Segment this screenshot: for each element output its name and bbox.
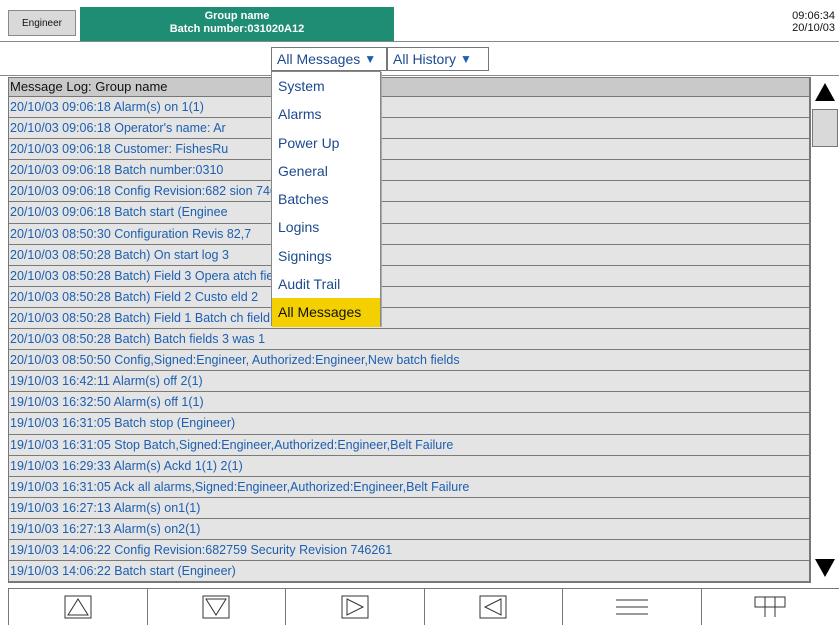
grid-icon [754, 596, 786, 617]
triangle-up-icon [64, 595, 92, 619]
triangle-left-icon [479, 595, 507, 619]
log-row[interactable]: 19/10/03 16:27:13 Alarm(s) on2(1) [9, 518, 809, 540]
log-rows: 20/10/03 09:06:18 Alarm(s) on 1(1) 20/10/… [9, 97, 809, 583]
log-row[interactable]: 19/10/03 14:06:22 Config Revision:682759… [9, 539, 809, 562]
log-row[interactable]: 19/10/03 16:27:13 Alarm(s) on1(1) [9, 497, 809, 519]
menu-item-all-messages[interactable]: All Messages [272, 298, 380, 327]
menu-item-system[interactable]: System [272, 72, 380, 100]
log-row[interactable]: 20/10/03 08:50:28 Batch) Batch fields 3 … [9, 329, 809, 351]
menu-button[interactable] [562, 588, 702, 625]
menu-item-audit-trail[interactable]: Audit Trail [272, 270, 380, 298]
menu-item-batches[interactable]: Batches [272, 185, 380, 213]
log-row[interactable]: 20/10/03 09:06:18 Batch start (Enginee [9, 202, 809, 224]
menu-item-alarms[interactable]: Alarms [272, 100, 380, 128]
log-row[interactable]: 20/10/03 08:50:28 Batch) Field 3 Opera a… [9, 265, 809, 287]
bottom-toolbar [8, 588, 839, 625]
menu-lines-icon [615, 599, 648, 615]
scroll-thumb[interactable] [812, 109, 838, 147]
menu-item-general[interactable]: General [272, 157, 380, 185]
scroll-down-button[interactable] [811, 553, 839, 583]
triangle-right-icon [341, 595, 369, 619]
message-type-menu: System Alarms Power Up General Batches Logins… [271, 71, 381, 327]
log-row[interactable]: 19/10/03 16:31:05 Stop Batch,Signed:Engi… [9, 434, 809, 456]
menu-item-logins[interactable]: Logins [272, 213, 380, 241]
log-row[interactable]: 19/10/03 16:31:05 Ack all alarms,Signed:… [9, 476, 809, 498]
log-row[interactable] [9, 582, 809, 583]
filter-row: All Messages ▼ All History ▼ [0, 42, 839, 76]
log-row[interactable]: 20/10/03 09:06:18 Operator's name: Ar [9, 118, 809, 140]
log-row[interactable]: 20/10/03 08:50:28 Batch) Field 1 Batch c… [9, 307, 809, 330]
page-up-button[interactable] [8, 588, 148, 625]
log-row[interactable]: 20/10/03 08:50:30 Configuration Revis 82… [9, 223, 809, 245]
history-filter-dropdown[interactable]: All History ▼ [387, 47, 489, 71]
log-row[interactable]: 19/10/03 16:29:33 Alarm(s) Ackd 1(1) 2(1… [9, 455, 809, 477]
message-log: Message Log: Group name 20/10/03 09:06:1… [8, 77, 810, 583]
log-row[interactable]: 20/10/03 08:50:50 Config,Signed:Engineer… [9, 350, 809, 372]
log-row[interactable]: 20/10/03 08:50:28 Batch) On start log 3 [9, 244, 809, 266]
scrollbar[interactable] [810, 77, 839, 583]
layout-button[interactable] [700, 588, 839, 625]
log-row[interactable]: 19/10/03 16:42:11 Alarm(s) off 2(1) [9, 371, 809, 393]
user-button[interactable]: Engineer [8, 10, 76, 36]
log-row[interactable]: 19/10/03 16:31:05 Batch stop (Engineer) [9, 413, 809, 435]
log-row[interactable]: 19/10/03 14:06:22 Batch start (Engineer) [9, 561, 809, 582]
batch-number: Batch number:031020A12 [169, 23, 305, 35]
log-row[interactable]: 20/10/03 09:06:18 Config Revision:682 si… [9, 181, 809, 203]
menu-item-signings[interactable]: Signings [272, 242, 380, 270]
header-bar: Engineer Group name Batch number:031020A… [0, 0, 839, 42]
log-row[interactable]: 20/10/03 09:06:18 Batch number:0310 [9, 160, 809, 182]
scroll-up-button[interactable] [811, 77, 839, 107]
message-filter-label: All Messages [277, 51, 361, 67]
date-display: 20/10/03 [792, 22, 835, 34]
page-left-button[interactable] [423, 588, 563, 625]
log-row[interactable]: 20/10/03 09:06:18 Customer: FishesRu [9, 139, 809, 161]
triangle-down-icon [815, 559, 835, 577]
message-filter-dropdown[interactable]: All Messages ▼ [271, 47, 387, 71]
group-name: Group name [204, 10, 270, 22]
group-banner: Group name Batch number:031020A12 [80, 7, 394, 41]
log-title: Message Log: Group name [9, 78, 809, 97]
chevron-down-icon: ▼ [460, 52, 472, 66]
chevron-down-icon: ▼ [364, 52, 377, 66]
log-row[interactable]: 19/10/03 16:32:50 Alarm(s) off 1(1) [9, 392, 809, 414]
time-display: 09:06:34 [792, 10, 835, 22]
triangle-down-icon [202, 595, 230, 619]
menu-item-power-up[interactable]: Power Up [272, 129, 380, 157]
log-row[interactable]: 20/10/03 08:50:28 Batch) Field 2 Custo e… [9, 286, 809, 308]
log-row[interactable]: 20/10/03 09:06:18 Alarm(s) on 1(1) [9, 97, 809, 119]
page-down-button[interactable] [146, 588, 286, 625]
page-right-button[interactable] [285, 588, 425, 625]
datetime: 09:06:34 20/10/03 [792, 10, 835, 34]
history-filter-label: All History [393, 51, 457, 67]
triangle-up-icon [815, 83, 835, 101]
